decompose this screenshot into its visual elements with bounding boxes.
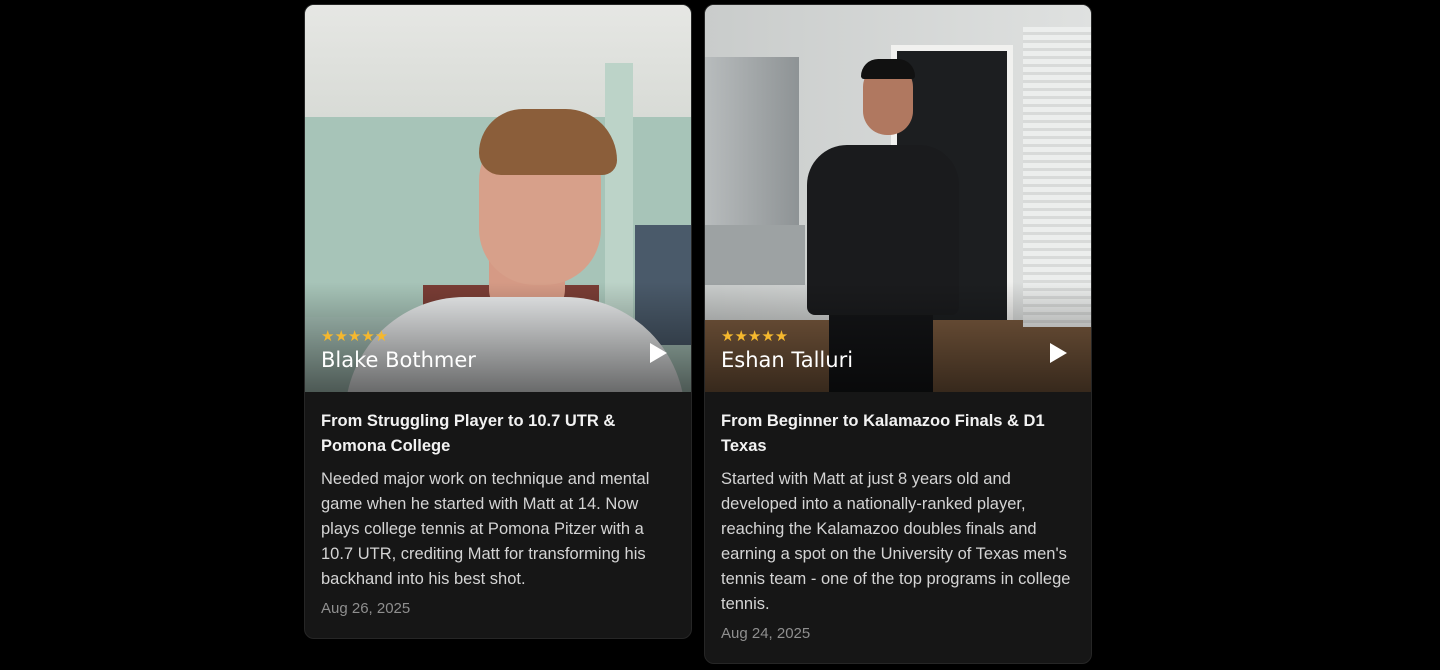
rating-stars: ★★★★★ [721,327,789,345]
testimonial-description: Started with Matt at just 8 years old an… [721,470,1071,613]
video-thumbnail[interactable]: ★★★★★ Eshan Talluri [705,5,1091,392]
testimonial-title: From Beginner to Kalamazoo Finals & D1 T… [721,412,1045,455]
testimonial-title: From Struggling Player to 10.7 UTR & Pom… [321,412,616,455]
person-name: Eshan Talluri [721,348,854,372]
play-icon[interactable] [650,343,667,363]
rating-stars: ★★★★★ [321,327,389,345]
testimonial-card-eshan[interactable]: ★★★★★ Eshan Talluri From Beginner to Kal… [704,4,1092,664]
testimonial-date: Aug 26, 2025 [321,600,411,617]
testimonial-description: Needed major work on technique and menta… [321,470,650,588]
play-icon[interactable] [1050,343,1067,363]
person-name: Blake Bothmer [321,348,476,372]
testimonial-card-blake[interactable]: ★★★★★ Blake Bothmer From Struggling Play… [304,4,692,639]
testimonial-date: Aug 24, 2025 [721,625,811,642]
thumbnail-scene [305,5,691,117]
video-thumbnail[interactable]: ★★★★★ Blake Bothmer [305,5,691,392]
